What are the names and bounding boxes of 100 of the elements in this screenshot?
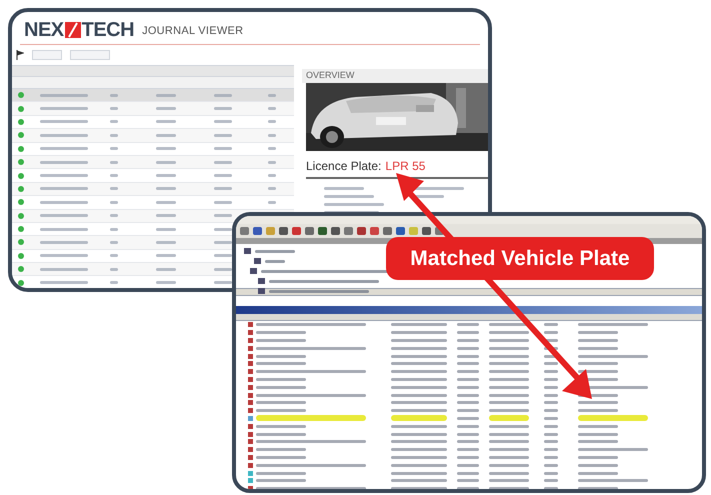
illegible-text — [414, 194, 444, 198]
illegible-text — [214, 228, 232, 231]
illegible-text — [544, 394, 558, 397]
illegible-text — [214, 254, 232, 258]
illegible-text — [256, 401, 306, 404]
illegible-text — [489, 415, 529, 422]
illegible-text — [110, 107, 118, 110]
illegible-text — [489, 472, 529, 475]
illegible-text — [214, 174, 232, 178]
illegible-text — [489, 323, 529, 326]
illegible-text — [40, 240, 88, 244]
illegible-text — [40, 228, 88, 231]
illegible-text — [544, 409, 558, 412]
illegible-text — [391, 354, 447, 358]
illegible-text — [544, 386, 558, 389]
tree-node-icon[interactable] — [258, 278, 265, 284]
illegible-text — [110, 228, 118, 231]
illegible-text — [214, 120, 232, 124]
illegible-text — [457, 464, 479, 467]
illegible-text — [214, 94, 232, 97]
illegible-text — [391, 370, 447, 374]
illegible-text — [457, 378, 479, 381]
logo-text: NEX — [24, 20, 64, 40]
illegible-text — [578, 401, 618, 404]
illegible-text — [256, 354, 306, 358]
illegible-text — [391, 415, 447, 422]
illegible-text — [578, 354, 648, 358]
flag-icon[interactable] — [16, 50, 24, 60]
illegible-text — [40, 94, 88, 97]
slash-logo-icon — [64, 22, 81, 38]
illegible-text — [110, 160, 118, 164]
illegible-text — [214, 268, 232, 271]
illegible-text — [256, 331, 306, 334]
illegible-text — [544, 338, 558, 342]
illegible-text — [156, 254, 176, 258]
illegible-text — [457, 386, 479, 389]
illegible-text — [544, 464, 558, 467]
illegible-text — [391, 440, 447, 444]
illegible-text — [391, 346, 447, 350]
illegible-text — [578, 472, 618, 475]
illegible-text — [578, 415, 648, 422]
filter-row[interactable] — [12, 77, 294, 89]
illegible-text — [578, 370, 618, 374]
illegible-text — [544, 479, 558, 482]
illegible-text — [457, 362, 479, 366]
illegible-text — [268, 160, 276, 164]
illegible-text — [544, 323, 558, 326]
illegible-text — [214, 134, 232, 137]
illegible-text — [457, 479, 479, 482]
illegible-text — [544, 401, 558, 404]
illegible-text — [110, 120, 118, 124]
toolbar-button[interactable] — [32, 50, 62, 60]
illegible-text — [489, 338, 529, 342]
illegible-text — [489, 386, 529, 389]
illegible-text — [489, 432, 529, 436]
illegible-text — [391, 331, 447, 334]
illegible-text — [391, 378, 447, 381]
illegible-text — [544, 354, 558, 358]
illegible-text — [391, 479, 447, 482]
illegible-text — [391, 323, 447, 326]
illegible-text — [489, 464, 529, 467]
illegible-text — [110, 200, 118, 204]
illegible-text — [391, 432, 447, 436]
illegible-text — [544, 416, 558, 420]
illegible-text — [40, 160, 88, 164]
illegible-text — [156, 107, 176, 110]
illegible-text — [578, 464, 618, 467]
tree-node-icon[interactable] — [244, 248, 251, 254]
illegible-text — [256, 338, 306, 342]
illegible-text — [544, 378, 558, 381]
illegible-text — [457, 338, 479, 342]
illegible-text — [156, 147, 176, 150]
illegible-text — [544, 362, 558, 366]
illegible-text — [256, 386, 306, 389]
illegible-text — [489, 362, 529, 366]
illegible-text — [457, 346, 479, 350]
illegible-text — [110, 174, 118, 178]
illegible-text — [391, 362, 447, 366]
illegible-text — [156, 214, 176, 218]
tree-node-icon[interactable] — [254, 258, 261, 264]
illegible-text — [268, 94, 276, 97]
illegible-text — [256, 432, 306, 436]
illegible-text — [256, 456, 306, 459]
illegible-text — [457, 394, 479, 397]
illegible-text — [544, 331, 558, 334]
illegible-text — [489, 456, 529, 459]
illegible-text — [457, 440, 479, 444]
illegible-text — [578, 362, 618, 366]
illegible-text — [489, 370, 529, 374]
illegible-text — [578, 448, 648, 452]
illegible-text — [457, 370, 479, 374]
illegible-text — [110, 240, 118, 244]
illegible-text — [214, 147, 232, 150]
tree-node-icon[interactable] — [250, 268, 257, 274]
illegible-text — [110, 268, 118, 271]
tree-node-icon[interactable] — [258, 288, 265, 294]
illegible-text — [255, 250, 295, 252]
toolbar-button[interactable] — [70, 50, 110, 60]
illegible-text — [578, 456, 618, 459]
illegible-text — [391, 448, 447, 452]
